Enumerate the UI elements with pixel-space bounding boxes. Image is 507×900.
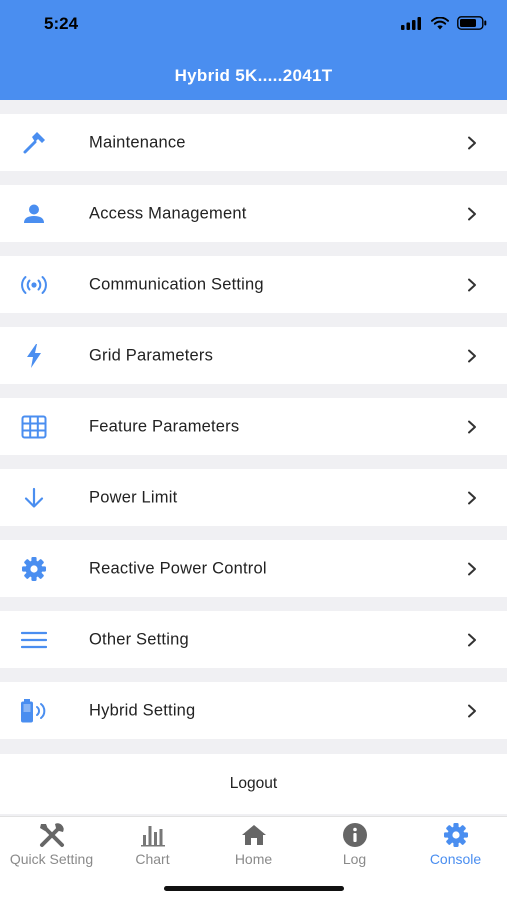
chevron-right-icon <box>468 491 476 504</box>
menu-item-label: Power Limit <box>89 488 178 506</box>
tools-icon <box>1 821 102 849</box>
tab-console[interactable]: Console <box>405 821 506 871</box>
gear-icon <box>405 821 506 849</box>
menu-item-maintenance[interactable]: Maintenance <box>0 114 507 171</box>
menu-item-access-management[interactable]: Access Management <box>0 185 507 242</box>
chevron-right-icon <box>468 633 476 646</box>
status-icons <box>401 16 487 30</box>
tab-label: Log <box>342 851 367 867</box>
menu-item-label: Feature Parameters <box>89 417 240 435</box>
lightning-icon <box>20 342 48 370</box>
user-icon <box>20 200 48 228</box>
menu-item-label: Other Setting <box>89 630 189 648</box>
menu-item-grid-parameters[interactable]: Grid Parameters <box>0 327 507 384</box>
chevron-right-icon <box>468 349 476 362</box>
battery-signal-icon <box>20 697 48 725</box>
bar-chart-icon <box>102 821 203 849</box>
cellular-signal-icon <box>401 16 421 30</box>
status-time: 5:24 <box>44 14 79 33</box>
battery-icon <box>457 16 487 30</box>
menu-item-label: Hybrid Setting <box>89 701 196 719</box>
menu-item-hybrid-setting[interactable]: Hybrid Setting <box>0 682 507 739</box>
grid-icon <box>20 413 48 441</box>
chevron-right-icon <box>468 704 476 717</box>
chevron-right-icon <box>468 420 476 433</box>
info-icon <box>304 821 405 849</box>
tab-log[interactable]: Log <box>304 821 405 871</box>
tab-label: Quick Setting <box>9 851 94 867</box>
tab-label: Console <box>429 851 482 867</box>
menu-item-label: Reactive Power Control <box>89 559 267 577</box>
page-title: Hybrid 5K.....2041T <box>174 66 333 85</box>
menu-item-other-setting[interactable]: Other Setting <box>0 611 507 668</box>
menu-item-label: Access Management <box>89 204 247 222</box>
gear-icon <box>20 555 48 583</box>
menu-item-feature-parameters[interactable]: Feature Parameters <box>0 398 507 455</box>
menu-item-power-limit[interactable]: Power Limit <box>0 469 507 526</box>
chevron-right-icon <box>468 562 476 575</box>
logout-button[interactable]: Logout <box>0 754 507 814</box>
tab-label: Chart <box>135 851 170 867</box>
tab-chart[interactable]: Chart <box>102 821 203 871</box>
arrow-down-icon <box>20 484 48 512</box>
menu-item-communication-setting[interactable]: Communication Setting <box>0 256 507 313</box>
chevron-right-icon <box>468 207 476 220</box>
wifi-icon <box>431 16 449 29</box>
home-indicator <box>164 886 344 891</box>
tab-home[interactable]: Home <box>203 821 304 871</box>
header-bar: 5:24 Hybrid 5K.....2041T <box>0 0 507 100</box>
menu-item-label: Communication Setting <box>89 275 264 293</box>
menu-item-reactive-power-control[interactable]: Reactive Power Control <box>0 540 507 597</box>
menu-lines-icon <box>20 626 48 654</box>
chevron-right-icon <box>468 136 476 149</box>
home-icon <box>203 821 304 849</box>
tab-quick-setting[interactable]: Quick Setting <box>1 821 102 871</box>
menu-item-label: Maintenance <box>89 133 186 151</box>
hammer-icon <box>20 129 48 157</box>
broadcast-icon <box>20 271 48 299</box>
chevron-right-icon <box>468 278 476 291</box>
tab-label: Home <box>234 851 273 867</box>
menu-item-label: Grid Parameters <box>89 346 214 364</box>
